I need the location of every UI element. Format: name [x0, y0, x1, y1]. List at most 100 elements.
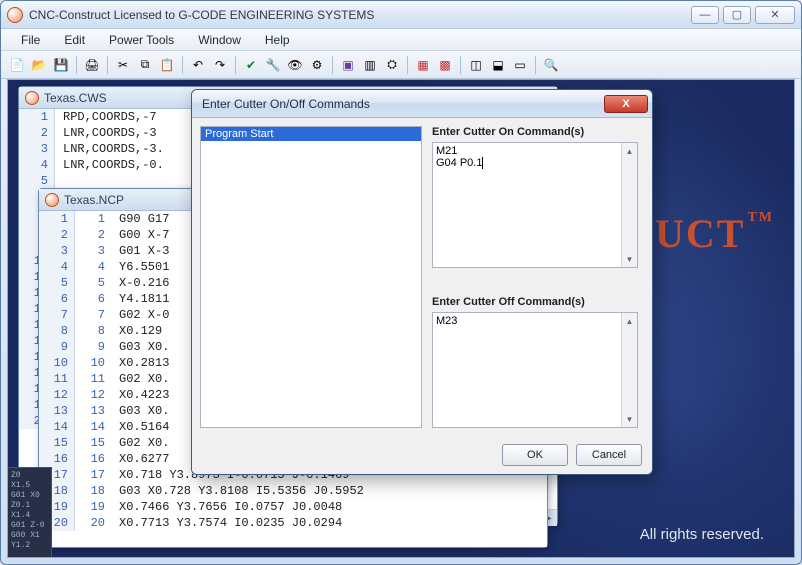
line-number: 1 [19, 109, 55, 125]
line-number: 7 [39, 307, 75, 323]
separator [407, 56, 408, 74]
code-text: X0.2813 [111, 355, 169, 371]
line-number-inner: 14 [75, 419, 111, 435]
open-icon[interactable]: 📂 [29, 55, 49, 75]
print-icon[interactable]: 🖨 [82, 55, 102, 75]
layout2-icon[interactable]: ⬓ [488, 55, 508, 75]
line-number: 4 [39, 259, 75, 275]
main-window: CNC-Construct Licensed to G-CODE ENGINEE… [0, 0, 802, 565]
undo-icon[interactable]: ↶ [188, 55, 208, 75]
thumbnail-strip: Z0X1.5G01 X0Z0.1X1.4G01 Z-0G00 X1Y1.2 [8, 467, 52, 557]
line-number: 10 [39, 355, 75, 371]
tool-icon[interactable]: 🔧 [263, 55, 283, 75]
toolbar: 📄 📂 💾 🖨 ✂ ⧉ 📋 ↶ ↷ ✔ 🔧 👁 ⚙ ▣ ▥ ⛭ ▦ ▩ ◫ ⬓ … [1, 51, 801, 79]
new-icon[interactable]: 📄 [7, 55, 27, 75]
line-number: 11 [39, 371, 75, 387]
maximize-button[interactable]: ▢ [723, 6, 751, 24]
layout1-icon[interactable]: ◫ [466, 55, 486, 75]
separator [460, 56, 461, 74]
check-icon[interactable]: ✔ [241, 55, 261, 75]
dialog-close-button[interactable]: X [604, 95, 648, 113]
thumb-line: Z0 [11, 471, 48, 481]
separator [235, 56, 236, 74]
scroll-up-icon[interactable]: ▲ [622, 313, 637, 329]
list-item-program-start[interactable]: Program Start [201, 127, 421, 141]
menu-file[interactable]: File [9, 31, 52, 49]
tool2-icon[interactable]: ⛭ [382, 55, 402, 75]
close-button[interactable]: ✕ [755, 6, 795, 24]
eye-icon[interactable]: 👁 [285, 55, 305, 75]
dialog-buttons: OK Cancel [502, 444, 642, 466]
gear-icon[interactable]: ⚙ [307, 55, 327, 75]
cutter-off-textarea[interactable]: M23 ▲ ▼ [432, 312, 638, 428]
line-number-inner: 6 [75, 291, 111, 307]
cancel-button[interactable]: Cancel [576, 444, 642, 466]
cutter-on-textarea[interactable]: M21 G04 P0.1 ▲ ▼ [432, 142, 638, 268]
vertical-scrollbar[interactable]: ▲ ▼ [621, 313, 637, 427]
code-text: RPD,COORDS,-7 [55, 109, 157, 125]
line-number-inner: 20 [75, 515, 111, 531]
text-line: M23 [436, 315, 634, 327]
separator [182, 56, 183, 74]
grid2-icon[interactable]: ▩ [435, 55, 455, 75]
paste-icon[interactable]: 📋 [157, 55, 177, 75]
redo-icon[interactable]: ↷ [210, 55, 230, 75]
box2-icon[interactable]: ▥ [360, 55, 380, 75]
cut-icon[interactable]: ✂ [113, 55, 133, 75]
line-number-inner: 7 [75, 307, 111, 323]
vertical-scrollbar[interactable]: ▲ ▼ [621, 143, 637, 267]
thumb-line: G01 Z-0 [11, 521, 48, 531]
line-number-inner: 4 [75, 259, 111, 275]
scroll-up-icon[interactable]: ▲ [622, 143, 637, 159]
line-number-inner: 3 [75, 243, 111, 259]
line-number-inner: 11 [75, 371, 111, 387]
thumb-line: Z0.1 [11, 501, 48, 511]
line-number: 3 [39, 243, 75, 259]
cutter-off-label: Enter Cutter Off Command(s) [432, 296, 585, 308]
line-number: 4 [19, 157, 55, 173]
box1-icon[interactable]: ▣ [338, 55, 358, 75]
line-number: 2 [39, 227, 75, 243]
text-cursor [482, 157, 483, 169]
line-number: 13 [39, 403, 75, 419]
dialog-titlebar[interactable]: Enter Cutter On/Off Commands X [192, 90, 652, 118]
line-number: 3 [19, 141, 55, 157]
line-number-inner: 9 [75, 339, 111, 355]
code-text: G90 G17 [111, 211, 169, 227]
code-text: X0.5164 [111, 419, 169, 435]
line-number-inner: 12 [75, 387, 111, 403]
grid1-icon[interactable]: ▦ [413, 55, 433, 75]
code-line[interactable]: 1919X0.7466 Y3.7656 I0.0757 J0.0048 [39, 499, 547, 515]
copy-icon[interactable]: ⧉ [135, 55, 155, 75]
thumb-line: G00 X1 [11, 531, 48, 541]
search-icon[interactable]: 🔍 [541, 55, 561, 75]
ok-button[interactable]: OK [502, 444, 568, 466]
scroll-down-icon[interactable]: ▼ [622, 251, 637, 267]
minimize-button[interactable]: — [691, 6, 719, 24]
menu-power-tools[interactable]: Power Tools [97, 31, 186, 49]
code-line[interactable]: 2020X0.7713 Y3.7574 I0.0235 J0.0294 [39, 515, 547, 531]
code-text: G01 X-3 [111, 243, 169, 259]
line-number: 5 [19, 173, 55, 189]
app-title: CNC-Construct Licensed to G-CODE ENGINEE… [29, 8, 691, 22]
line-number-inner: 18 [75, 483, 111, 499]
code-text: G02 X0. [111, 435, 169, 451]
code-text: X0.6277 [111, 451, 169, 467]
scroll-down-icon[interactable]: ▼ [622, 411, 637, 427]
code-line[interactable]: 1818G03 X0.728 Y3.8108 I5.5356 J0.5952 [39, 483, 547, 499]
code-text: Y6.5501 [111, 259, 169, 275]
line-number-inner: 2 [75, 227, 111, 243]
separator [76, 56, 77, 74]
menu-help[interactable]: Help [253, 31, 302, 49]
code-text: X0.4223 [111, 387, 169, 403]
text-line: M21 [436, 145, 634, 157]
save-icon[interactable]: 💾 [51, 55, 71, 75]
doc-icon [25, 91, 39, 105]
cutter-on-label: Enter Cutter On Command(s) [432, 126, 584, 138]
code-text: LNR,COORDS,-3 [55, 125, 157, 141]
menu-edit[interactable]: Edit [52, 31, 97, 49]
menu-window[interactable]: Window [186, 31, 253, 49]
layout3-icon[interactable]: ▭ [510, 55, 530, 75]
program-listbox[interactable]: Program Start [200, 126, 422, 428]
code-text: G00 X-7 [111, 227, 169, 243]
